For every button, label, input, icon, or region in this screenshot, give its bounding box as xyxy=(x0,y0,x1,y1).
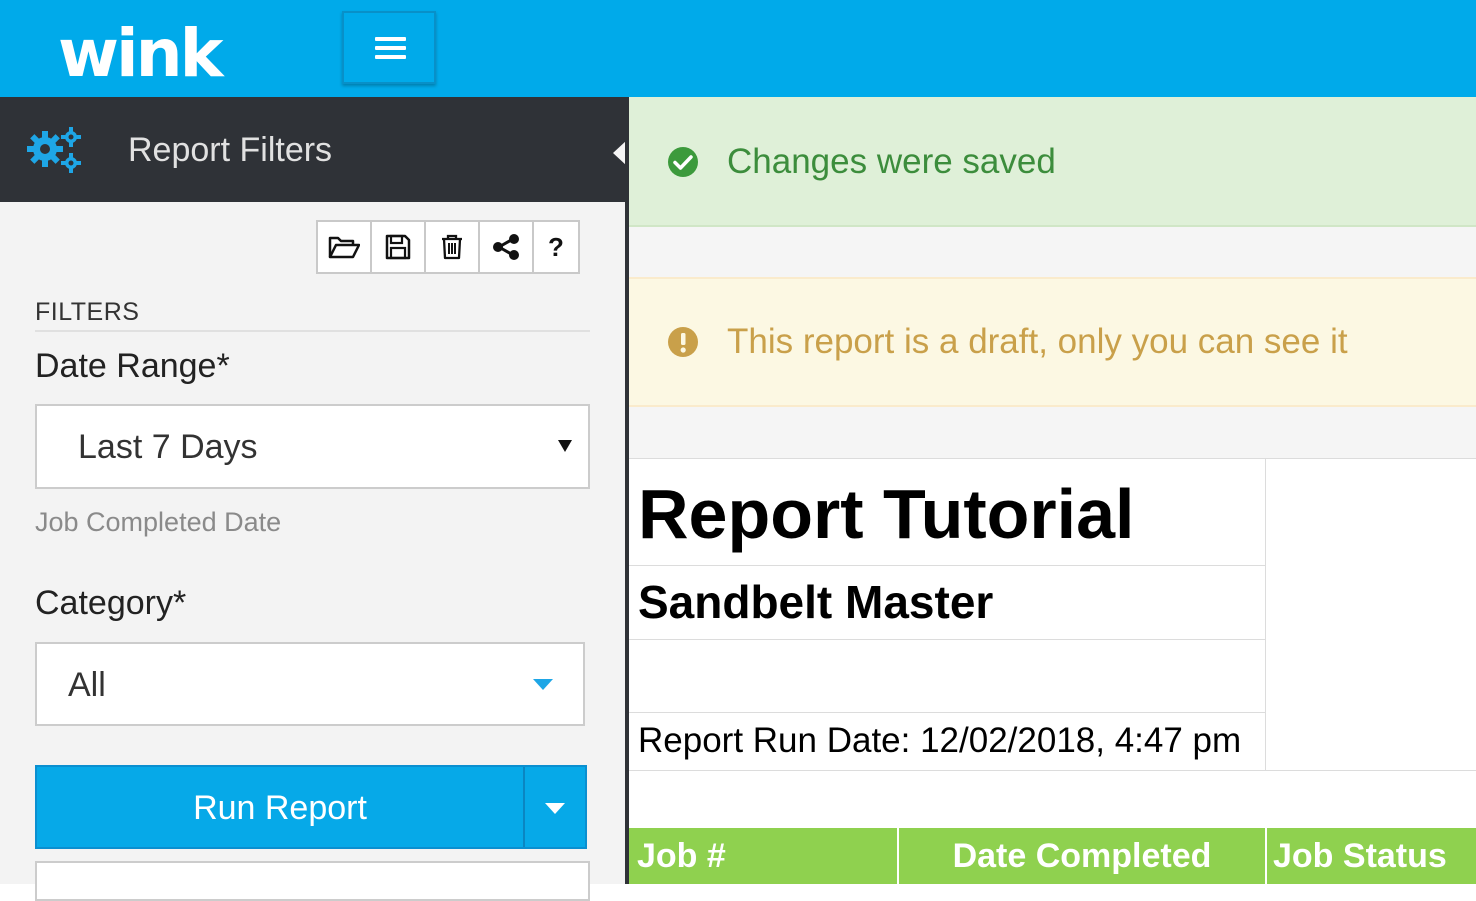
category-label: Category* xyxy=(35,584,187,622)
report-main-area: Changes were saved This report is a draf… xyxy=(629,97,1476,884)
draft-warning-alert: This report is a draft, only you can see… xyxy=(629,277,1476,407)
top-navbar: wink xyxy=(0,0,1476,97)
help-icon: ? xyxy=(548,231,564,262)
report-run-date: Report Run Date: 12/02/2018, 4:47 pm xyxy=(638,721,1242,760)
open-button[interactable] xyxy=(316,220,372,274)
check-circle-icon xyxy=(668,147,698,177)
hamburger-icon xyxy=(375,37,406,41)
success-alert-text: Changes were saved xyxy=(727,142,1056,181)
sidebar-title: Report Filters xyxy=(128,131,333,169)
dropdown-arrow-icon xyxy=(558,440,572,452)
report-subtitle: Sandbelt Master xyxy=(638,576,994,628)
section-divider xyxy=(35,330,590,332)
draft-warning-text: This report is a draft, only you can see… xyxy=(727,322,1348,361)
menu-toggle-button[interactable] xyxy=(342,11,436,84)
open-folder-icon xyxy=(328,236,360,259)
gears-icon xyxy=(27,127,81,173)
share-button[interactable] xyxy=(478,220,534,274)
save-icon xyxy=(385,234,411,260)
svg-text:wink: wink xyxy=(58,15,226,89)
column-header-date-completed[interactable]: Date Completed xyxy=(899,828,1267,884)
report-preview: Report Tutorial Sandbelt Master Report R… xyxy=(629,458,1476,884)
date-range-value: Last 7 Days xyxy=(78,428,258,466)
trash-icon xyxy=(442,234,462,260)
button-split-divider xyxy=(523,767,525,847)
success-alert: Changes were saved xyxy=(629,97,1476,227)
column-header-job-status[interactable]: Job Status xyxy=(1267,828,1476,884)
run-options-caret-icon[interactable] xyxy=(545,803,565,814)
delete-button[interactable] xyxy=(424,220,480,274)
filter-toolbar: ? xyxy=(316,220,580,274)
category-select[interactable]: All xyxy=(35,642,585,726)
report-table-header: Job # Date Completed Job Status xyxy=(629,828,1476,884)
date-range-select[interactable]: Last 7 Days xyxy=(35,404,590,489)
column-header-job-number[interactable]: Job # xyxy=(629,828,899,884)
run-report-label: Run Report xyxy=(193,789,367,827)
exclamation-circle-icon xyxy=(668,327,698,357)
date-range-hint: Job Completed Date xyxy=(35,507,282,537)
next-filter-field[interactable] xyxy=(35,861,590,901)
category-value: All xyxy=(68,666,106,704)
report-title: Report Tutorial xyxy=(638,475,1135,553)
date-range-label: Date Range* xyxy=(35,347,230,385)
help-button[interactable]: ? xyxy=(532,220,580,274)
run-report-button[interactable]: Run Report xyxy=(35,765,587,849)
report-filters-sidebar: Report Filters ? FILTERS Date Range* Las… xyxy=(0,97,627,901)
filters-section-label: FILTERS xyxy=(35,298,140,326)
save-button[interactable] xyxy=(370,220,426,274)
share-icon xyxy=(493,234,519,260)
wink-logo[interactable]: wink xyxy=(58,14,288,89)
chevron-down-icon xyxy=(533,679,553,690)
sidebar-header: Report Filters xyxy=(0,97,627,202)
